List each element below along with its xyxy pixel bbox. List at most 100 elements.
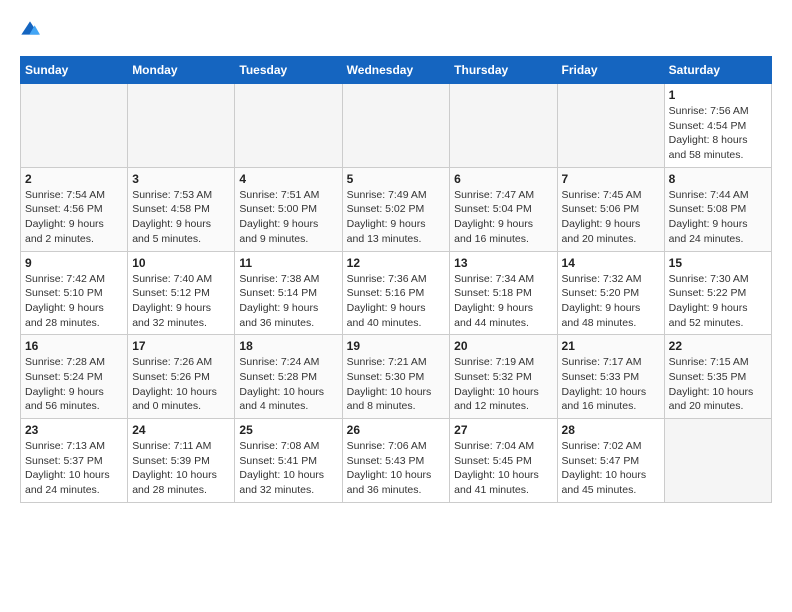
calendar-week-row: 1 Sunrise: 7:56 AM Sunset: 4:54 PM Daylig… — [21, 84, 772, 168]
calendar-cell: 15 Sunrise: 7:30 AM Sunset: 5:22 PM Dayli… — [664, 251, 771, 335]
calendar-week-row: 2 Sunrise: 7:54 AM Sunset: 4:56 PM Daylig… — [21, 167, 772, 251]
calendar-cell: 16 Sunrise: 7:28 AM Sunset: 5:24 PM Dayli… — [21, 335, 128, 419]
calendar-cell — [342, 84, 450, 168]
day-detail: Sunrise: 7:32 AM Sunset: 5:20 PM Dayligh… — [562, 272, 660, 331]
day-header-tuesday: Tuesday — [235, 57, 342, 84]
day-number: 23 — [25, 423, 123, 437]
day-detail: Sunrise: 7:08 AM Sunset: 5:41 PM Dayligh… — [239, 439, 337, 498]
day-header-friday: Friday — [557, 57, 664, 84]
calendar-cell: 9 Sunrise: 7:42 AM Sunset: 5:10 PM Daylig… — [21, 251, 128, 335]
day-header-thursday: Thursday — [450, 57, 557, 84]
day-number: 19 — [347, 339, 446, 353]
day-detail: Sunrise: 7:11 AM Sunset: 5:39 PM Dayligh… — [132, 439, 230, 498]
day-detail: Sunrise: 7:56 AM Sunset: 4:54 PM Dayligh… — [669, 104, 767, 163]
calendar-cell: 4 Sunrise: 7:51 AM Sunset: 5:00 PM Daylig… — [235, 167, 342, 251]
day-detail: Sunrise: 7:15 AM Sunset: 5:35 PM Dayligh… — [669, 355, 767, 414]
day-number: 11 — [239, 256, 337, 270]
day-detail: Sunrise: 7:51 AM Sunset: 5:00 PM Dayligh… — [239, 188, 337, 247]
calendar-cell: 8 Sunrise: 7:44 AM Sunset: 5:08 PM Daylig… — [664, 167, 771, 251]
day-number: 9 — [25, 256, 123, 270]
day-detail: Sunrise: 7:36 AM Sunset: 5:16 PM Dayligh… — [347, 272, 446, 331]
calendar-table: SundayMondayTuesdayWednesdayThursdayFrid… — [20, 56, 772, 503]
day-number: 10 — [132, 256, 230, 270]
calendar-cell: 17 Sunrise: 7:26 AM Sunset: 5:26 PM Dayli… — [128, 335, 235, 419]
calendar-week-row: 9 Sunrise: 7:42 AM Sunset: 5:10 PM Daylig… — [21, 251, 772, 335]
day-header-saturday: Saturday — [664, 57, 771, 84]
day-number: 25 — [239, 423, 337, 437]
day-detail: Sunrise: 7:04 AM Sunset: 5:45 PM Dayligh… — [454, 439, 552, 498]
calendar-cell: 5Sunrise: 7:49 AM Sunset: 5:02 PM Daylig… — [342, 167, 450, 251]
day-detail: Sunrise: 7:21 AM Sunset: 5:30 PM Dayligh… — [347, 355, 446, 414]
day-number: 17 — [132, 339, 230, 353]
day-detail: Sunrise: 7:53 AM Sunset: 4:58 PM Dayligh… — [132, 188, 230, 247]
calendar-cell: 12 Sunrise: 7:36 AM Sunset: 5:16 PM Dayli… — [342, 251, 450, 335]
calendar-cell: 22 Sunrise: 7:15 AM Sunset: 5:35 PM Dayli… — [664, 335, 771, 419]
logo — [20, 20, 44, 40]
calendar-cell: 3 Sunrise: 7:53 AM Sunset: 4:58 PM Daylig… — [128, 167, 235, 251]
day-detail: Sunrise: 7:42 AM Sunset: 5:10 PM Dayligh… — [25, 272, 123, 331]
day-number: 2 — [25, 172, 123, 186]
calendar-cell: 20Sunrise: 7:19 AM Sunset: 5:32 PM Dayli… — [450, 335, 557, 419]
calendar-cell: 21 Sunrise: 7:17 AM Sunset: 5:33 PM Dayli… — [557, 335, 664, 419]
day-number: 8 — [669, 172, 767, 186]
calendar-cell — [235, 84, 342, 168]
calendar-cell: 27 Sunrise: 7:04 AM Sunset: 5:45 PM Dayli… — [450, 419, 557, 503]
calendar-cell: 19 Sunrise: 7:21 AM Sunset: 5:30 PM Dayli… — [342, 335, 450, 419]
calendar-cell — [557, 84, 664, 168]
day-number: 27 — [454, 423, 552, 437]
calendar-week-row: 23 Sunrise: 7:13 AM Sunset: 5:37 PM Dayli… — [21, 419, 772, 503]
day-number: 24 — [132, 423, 230, 437]
day-number: 20 — [454, 339, 552, 353]
day-detail: Sunrise: 7:02 AM Sunset: 5:47 PM Dayligh… — [562, 439, 660, 498]
day-detail: Sunrise: 7:47 AM Sunset: 5:04 PM Dayligh… — [454, 188, 552, 247]
day-number: 3 — [132, 172, 230, 186]
calendar-cell: 11Sunrise: 7:38 AM Sunset: 5:14 PM Dayli… — [235, 251, 342, 335]
calendar-cell: 26 Sunrise: 7:06 AM Sunset: 5:43 PM Dayli… — [342, 419, 450, 503]
day-number: 21 — [562, 339, 660, 353]
day-header-wednesday: Wednesday — [342, 57, 450, 84]
day-detail: Sunrise: 7:34 AM Sunset: 5:18 PM Dayligh… — [454, 272, 552, 331]
calendar-cell: 23 Sunrise: 7:13 AM Sunset: 5:37 PM Dayli… — [21, 419, 128, 503]
calendar-cell: 24 Sunrise: 7:11 AM Sunset: 5:39 PM Dayli… — [128, 419, 235, 503]
day-detail: Sunrise: 7:44 AM Sunset: 5:08 PM Dayligh… — [669, 188, 767, 247]
day-number: 6 — [454, 172, 552, 186]
day-header-sunday: Sunday — [21, 57, 128, 84]
day-detail: Sunrise: 7:28 AM Sunset: 5:24 PM Dayligh… — [25, 355, 123, 414]
day-number: 15 — [669, 256, 767, 270]
day-detail: Sunrise: 7:26 AM Sunset: 5:26 PM Dayligh… — [132, 355, 230, 414]
day-number: 5 — [347, 172, 446, 186]
day-number: 1 — [669, 88, 767, 102]
day-number: 7 — [562, 172, 660, 186]
day-number: 28 — [562, 423, 660, 437]
calendar-cell — [450, 84, 557, 168]
calendar-cell: 6 Sunrise: 7:47 AM Sunset: 5:04 PM Daylig… — [450, 167, 557, 251]
calendar-cell: 28 Sunrise: 7:02 AM Sunset: 5:47 PM Dayli… — [557, 419, 664, 503]
calendar-cell: 1 Sunrise: 7:56 AM Sunset: 4:54 PM Daylig… — [664, 84, 771, 168]
page-header — [20, 20, 772, 40]
day-detail: Sunrise: 7:06 AM Sunset: 5:43 PM Dayligh… — [347, 439, 446, 498]
day-detail: Sunrise: 7:30 AM Sunset: 5:22 PM Dayligh… — [669, 272, 767, 331]
day-detail: Sunrise: 7:54 AM Sunset: 4:56 PM Dayligh… — [25, 188, 123, 247]
calendar-cell: 2 Sunrise: 7:54 AM Sunset: 4:56 PM Daylig… — [21, 167, 128, 251]
calendar-cell — [21, 84, 128, 168]
day-number: 22 — [669, 339, 767, 353]
calendar-week-row: 16 Sunrise: 7:28 AM Sunset: 5:24 PM Dayli… — [21, 335, 772, 419]
day-detail: Sunrise: 7:17 AM Sunset: 5:33 PM Dayligh… — [562, 355, 660, 414]
day-header-monday: Monday — [128, 57, 235, 84]
day-number: 16 — [25, 339, 123, 353]
day-detail: Sunrise: 7:24 AM Sunset: 5:28 PM Dayligh… — [239, 355, 337, 414]
day-number: 13 — [454, 256, 552, 270]
day-number: 4 — [239, 172, 337, 186]
calendar-cell: 7 Sunrise: 7:45 AM Sunset: 5:06 PM Daylig… — [557, 167, 664, 251]
calendar-cell: 25 Sunrise: 7:08 AM Sunset: 5:41 PM Dayli… — [235, 419, 342, 503]
day-detail: Sunrise: 7:45 AM Sunset: 5:06 PM Dayligh… — [562, 188, 660, 247]
day-detail: Sunrise: 7:13 AM Sunset: 5:37 PM Dayligh… — [25, 439, 123, 498]
calendar-cell — [664, 419, 771, 503]
day-number: 18 — [239, 339, 337, 353]
day-number: 12 — [347, 256, 446, 270]
calendar-cell: 14Sunrise: 7:32 AM Sunset: 5:20 PM Dayli… — [557, 251, 664, 335]
day-number: 26 — [347, 423, 446, 437]
day-detail: Sunrise: 7:40 AM Sunset: 5:12 PM Dayligh… — [132, 272, 230, 331]
calendar-cell: 18 Sunrise: 7:24 AM Sunset: 5:28 PM Dayli… — [235, 335, 342, 419]
calendar-cell: 13 Sunrise: 7:34 AM Sunset: 5:18 PM Dayli… — [450, 251, 557, 335]
